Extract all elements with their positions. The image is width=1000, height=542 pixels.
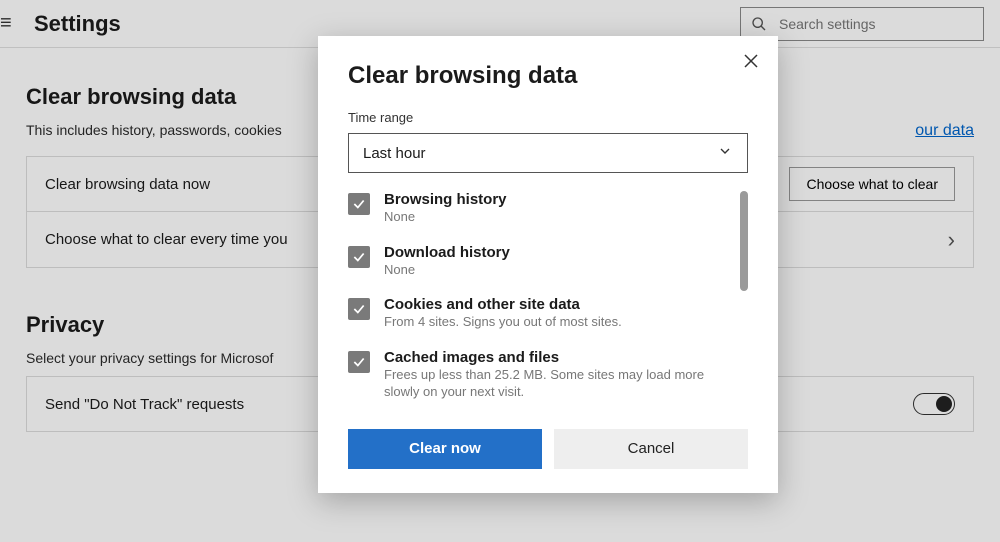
checkbox-download-history[interactable]: [348, 246, 370, 268]
option-label: Cached images and files: [384, 349, 724, 366]
chevron-down-icon: [717, 143, 733, 163]
option-desc: Frees up less than 25.2 MB. Some sites m…: [384, 366, 724, 401]
clear-options-list: Browsing history None Download history N…: [348, 191, 748, 419]
option-cached: Cached images and files Frees up less th…: [348, 349, 728, 401]
option-label: Download history: [384, 244, 510, 261]
checkmark-icon: [352, 355, 366, 369]
cancel-button[interactable]: Cancel: [554, 429, 748, 469]
checkmark-icon: [352, 197, 366, 211]
close-icon: [742, 52, 760, 70]
option-desc: None: [384, 208, 507, 226]
clear-browsing-dialog: Clear browsing data Time range Last hour…: [318, 36, 778, 493]
option-browsing-history: Browsing history None: [348, 191, 728, 226]
time-range-label: Time range: [348, 110, 748, 125]
checkmark-icon: [352, 250, 366, 264]
scrollbar-thumb[interactable]: [740, 191, 748, 291]
checkbox-cookies[interactable]: [348, 298, 370, 320]
time-range-value: Last hour: [363, 145, 426, 162]
time-range-select[interactable]: Last hour: [348, 133, 748, 173]
close-button[interactable]: [742, 52, 762, 72]
option-desc: From 4 sites. Signs you out of most site…: [384, 313, 622, 331]
checkbox-browsing-history[interactable]: [348, 193, 370, 215]
checkbox-cached[interactable]: [348, 351, 370, 373]
option-download-history: Download history None: [348, 244, 728, 279]
option-label: Cookies and other site data: [384, 296, 622, 313]
dialog-title: Clear browsing data: [348, 62, 748, 90]
checkmark-icon: [352, 302, 366, 316]
clear-now-button[interactable]: Clear now: [348, 429, 542, 469]
option-cookies: Cookies and other site data From 4 sites…: [348, 296, 728, 331]
option-label: Browsing history: [384, 191, 507, 208]
option-desc: None: [384, 261, 510, 279]
